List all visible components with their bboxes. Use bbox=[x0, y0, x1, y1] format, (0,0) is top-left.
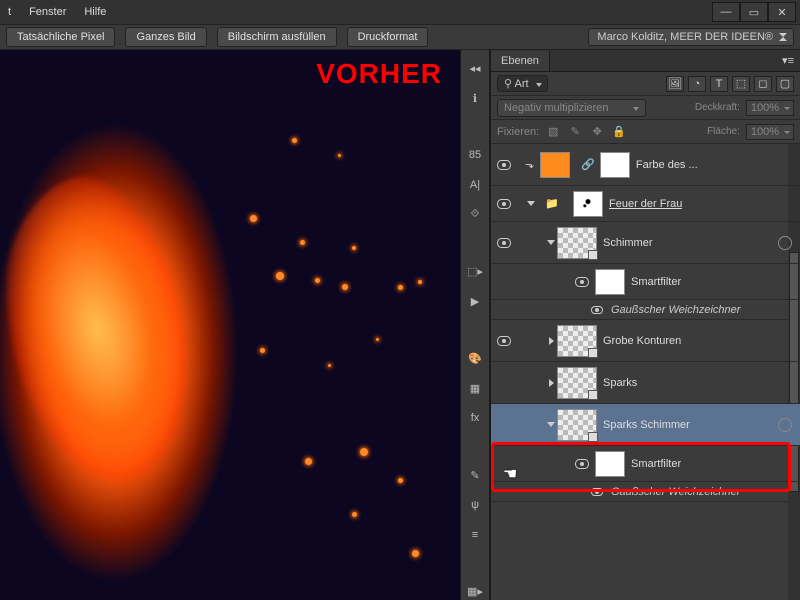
paragraph-panel-icon[interactable]: ⟐ bbox=[465, 207, 485, 223]
opacity-value[interactable]: 100% bbox=[746, 100, 794, 116]
smart-object-icon bbox=[778, 236, 792, 250]
layer-name[interactable]: Farbe des ... bbox=[636, 159, 698, 171]
window-minimize-button[interactable]: — bbox=[712, 2, 740, 22]
smartfilter-row[interactable]: Smartfilter bbox=[491, 264, 800, 300]
layer-name[interactable]: Schimmer bbox=[603, 237, 653, 249]
filter-entry[interactable]: Gaußscher Weichzeichner bbox=[491, 482, 800, 502]
filter-toggle-icon[interactable]: ▢ bbox=[776, 76, 794, 92]
fill-value[interactable]: 100% bbox=[746, 124, 794, 140]
filter-name: Gaußscher Weichzeichner bbox=[611, 486, 740, 498]
mask-thumb[interactable] bbox=[573, 191, 603, 217]
mask-thumb[interactable] bbox=[600, 152, 630, 178]
collapse-toggle-icon[interactable]: ◂◂ bbox=[465, 60, 485, 76]
group-twisty[interactable] bbox=[525, 201, 537, 206]
layer-thumb[interactable] bbox=[540, 152, 570, 178]
fill-screen-button[interactable]: Bildschirm ausfüllen bbox=[217, 27, 337, 47]
layer-twisty[interactable] bbox=[545, 240, 557, 245]
glyphs-panel-icon[interactable]: 85 bbox=[465, 147, 485, 163]
color-panel-icon[interactable]: 🎨 bbox=[465, 350, 485, 366]
filter-adjust-icon[interactable]: ◔ bbox=[688, 76, 706, 92]
layer-thumb[interactable] bbox=[557, 325, 597, 357]
panel-icon-d[interactable]: ▦▸ bbox=[465, 584, 485, 600]
filter-name: Gaußscher Weichzeichner bbox=[611, 304, 740, 316]
layer-name[interactable]: Sparks Schimmer bbox=[603, 419, 690, 431]
layers-panel: Ebenen ▾≡ ⚲ Art 🖼 ◔ T ⬚ ◻ ▢ Negativ mult… bbox=[490, 50, 800, 600]
layer-thumb[interactable] bbox=[557, 409, 597, 441]
visibility-toggle[interactable] bbox=[591, 306, 603, 314]
layers-list: ⬎ 🔗 Farbe des ... 📁 Feuer der Frau bbox=[491, 144, 800, 600]
filter-mask-thumb[interactable] bbox=[595, 269, 625, 295]
layer-row[interactable]: ⬎ 🔗 Farbe des ... bbox=[491, 144, 800, 186]
visibility-toggle[interactable] bbox=[569, 277, 595, 287]
styles-panel-icon[interactable]: fx bbox=[465, 410, 485, 426]
menu-bar: t Fenster Hilfe bbox=[0, 0, 800, 24]
print-size-button[interactable]: Druckformat bbox=[347, 27, 429, 47]
smartfilter-label: Smartfilter bbox=[631, 458, 681, 470]
layer-row[interactable]: Sparks bbox=[491, 362, 800, 404]
smartfilter-label: Smartfilter bbox=[631, 276, 681, 288]
menu-item[interactable]: t bbox=[8, 6, 11, 18]
filter-mask-thumb[interactable] bbox=[595, 451, 625, 477]
filter-pixel-icon[interactable]: 🖼 bbox=[666, 76, 684, 92]
visibility-toggle[interactable] bbox=[491, 336, 517, 346]
layer-row-selected[interactable]: Sparks Schimmer bbox=[491, 404, 800, 446]
character-panel-icon[interactable]: A| bbox=[465, 177, 485, 193]
folder-icon: 📁 bbox=[537, 191, 567, 217]
layer-name[interactable]: Sparks bbox=[603, 377, 637, 389]
menu-item-help[interactable]: Hilfe bbox=[84, 6, 106, 18]
overlay-label: VORHER bbox=[316, 58, 442, 90]
layer-thumb[interactable] bbox=[557, 367, 597, 399]
layer-name[interactable]: Feuer der Frau bbox=[609, 198, 682, 210]
actual-pixels-button[interactable]: Tatsächliche Pixel bbox=[6, 27, 115, 47]
collapsed-panels-strip: ◂◂ ℹ 85 A| ⟐ ⬚▸ ▶ 🎨 ▦ fx ✎ ψ ≡ ▦▸ bbox=[460, 50, 490, 600]
actions-play-icon[interactable]: ▶ bbox=[465, 294, 485, 310]
fit-screen-button[interactable]: Ganzes Bild bbox=[125, 27, 206, 47]
layer-group-row[interactable]: 📁 Feuer der Frau bbox=[491, 186, 800, 222]
brush-panel-icon[interactable]: ✎ bbox=[465, 467, 485, 483]
smart-object-icon bbox=[778, 418, 792, 432]
canvas-image bbox=[0, 50, 460, 600]
swatches-panel-icon[interactable]: ▦ bbox=[465, 380, 485, 396]
canvas[interactable]: VORHER bbox=[0, 50, 460, 600]
opacity-label: Deckkraft: bbox=[695, 102, 740, 113]
window-maximize-button[interactable]: ▭ bbox=[740, 2, 768, 22]
lock-paint-icon[interactable]: ✎ bbox=[567, 125, 583, 139]
lock-move-icon[interactable]: ✥ bbox=[589, 125, 605, 139]
window-close-button[interactable]: ✕ bbox=[768, 2, 796, 22]
layers-tab[interactable]: Ebenen bbox=[491, 51, 550, 71]
layer-twisty[interactable] bbox=[545, 422, 557, 427]
lock-all-icon[interactable]: 🔒 bbox=[611, 125, 627, 139]
workspace-switcher[interactable]: Marco Kolditz, MEER DER IDEEN® bbox=[588, 28, 794, 46]
visibility-toggle[interactable] bbox=[491, 238, 517, 248]
panel-icon-b[interactable]: ψ bbox=[465, 497, 485, 513]
panel-icon-a[interactable]: ⬚▸ bbox=[465, 264, 485, 280]
visibility-toggle[interactable] bbox=[491, 160, 517, 170]
panel-icon-c[interactable]: ≡ bbox=[465, 527, 485, 543]
filter-shape-icon[interactable]: ⬚ bbox=[732, 76, 750, 92]
visibility-toggle[interactable] bbox=[591, 488, 603, 496]
options-bar: Tatsächliche Pixel Ganzes Bild Bildschir… bbox=[0, 24, 800, 50]
fill-label: Fläche: bbox=[707, 126, 740, 137]
filter-type-icon[interactable]: T bbox=[710, 76, 728, 92]
lock-transparent-icon[interactable]: ▨ bbox=[545, 125, 561, 139]
link-icon: 🔗 bbox=[581, 158, 595, 171]
smartfilter-row[interactable]: Smartfilter bbox=[491, 446, 800, 482]
menu-item-window[interactable]: Fenster bbox=[29, 6, 66, 18]
layer-name[interactable]: Grobe Konturen bbox=[603, 335, 681, 347]
visibility-toggle[interactable] bbox=[569, 459, 595, 469]
filter-entry[interactable]: Gaußscher Weichzeichner bbox=[491, 300, 800, 320]
layer-filter-kind-dropdown[interactable]: ⚲ Art bbox=[497, 75, 548, 92]
lock-label: Fixieren: bbox=[497, 126, 539, 138]
layer-row[interactable]: Grobe Konturen bbox=[491, 320, 800, 362]
visibility-toggle[interactable] bbox=[491, 199, 517, 209]
panel-menu-icon[interactable]: ▾≡ bbox=[776, 54, 800, 67]
layer-row[interactable]: Schimmer bbox=[491, 222, 800, 264]
layer-thumb[interactable] bbox=[557, 227, 597, 259]
layer-twisty[interactable] bbox=[545, 379, 557, 387]
blend-mode-dropdown[interactable]: Negativ multiplizieren bbox=[497, 99, 646, 117]
filter-smart-icon[interactable]: ◻ bbox=[754, 76, 772, 92]
info-panel-icon[interactable]: ℹ bbox=[465, 90, 485, 106]
layer-twisty[interactable] bbox=[545, 337, 557, 345]
